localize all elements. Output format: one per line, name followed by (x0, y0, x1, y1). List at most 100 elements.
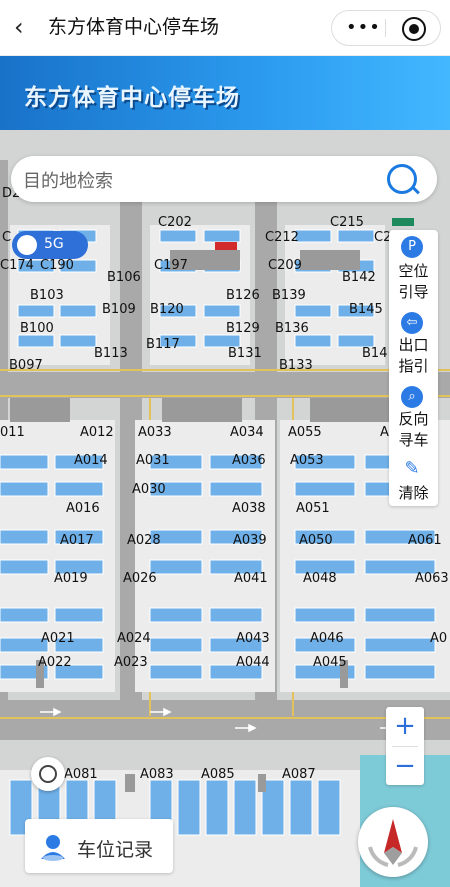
parking-icon: P (401, 236, 423, 258)
map-label: A051 (296, 501, 330, 516)
map-label: B133 (279, 358, 313, 373)
map-label: A030 (132, 482, 166, 497)
map-label: C197 (154, 258, 188, 273)
map-label: B139 (272, 288, 306, 303)
map-label: B100 (20, 321, 54, 336)
map-label: A023 (114, 655, 148, 670)
search-input[interactable]: 目的地检索 (23, 167, 113, 193)
network-label: 5G (44, 236, 64, 252)
map-label: A022 (38, 655, 72, 670)
map-label: B113 (94, 346, 128, 361)
map-label: B103 (30, 288, 64, 303)
map-label: 011 (0, 425, 25, 440)
map-label: A061 (408, 533, 442, 548)
close-miniapp-icon[interactable] (402, 17, 426, 41)
map-label: B126 (226, 288, 260, 303)
map-label: B142 (342, 270, 376, 285)
map-label: A083 (140, 767, 174, 782)
map-label: A085 (201, 767, 235, 782)
map-label: A021 (41, 631, 75, 646)
map-label: A026 (123, 571, 157, 586)
map-label: B120 (150, 302, 184, 317)
button-label: 引导 (398, 283, 429, 301)
map-label: A038 (232, 501, 266, 516)
map-label: A044 (236, 655, 270, 670)
map-label: B109 (102, 302, 136, 317)
map-label: A045 (313, 655, 347, 670)
map-label: A036 (232, 453, 266, 468)
map-label: B14 (362, 346, 388, 361)
map-label: A087 (282, 767, 316, 782)
locate-icon (39, 765, 57, 783)
map-label: B145 (349, 302, 383, 317)
mini-program-capsule: ••• (331, 10, 441, 46)
parking-record-label: 车位记录 (77, 839, 154, 861)
map-label: A063 (415, 571, 449, 586)
zoom-in-button[interactable]: + (386, 707, 424, 745)
back-icon[interactable]: ‹ (14, 14, 36, 40)
reverse-car-search-button[interactable]: ⌕ 反向 寻车 (389, 386, 438, 454)
map-label: C212 (265, 230, 299, 245)
broom-icon: ✎ (404, 458, 420, 479)
map-label: B106 (107, 270, 141, 285)
zoom-out-button[interactable]: − (386, 747, 424, 785)
map-label: A028 (127, 533, 161, 548)
top-bar: ‹ 东方体育中心停车场 ••• (0, 0, 450, 56)
map-label: C (2, 230, 12, 245)
button-label: 反向 (398, 410, 429, 428)
button-label: 指引 (398, 357, 429, 375)
map-label: A046 (310, 631, 344, 646)
exit-guide-button[interactable]: ⇦ 出口 指引 (389, 310, 438, 378)
car-search-icon: ⌕ (401, 386, 423, 408)
map-label: A014 (74, 453, 108, 468)
user-location-icon (41, 835, 65, 861)
map-label: B131 (228, 346, 262, 361)
map-label: A017 (60, 533, 94, 548)
map-label: B129 (226, 321, 260, 336)
map-label: C209 (268, 258, 302, 273)
map-label: A016 (66, 501, 100, 516)
page-title: 东方体育中心停车场 (48, 16, 220, 38)
map-label: A024 (117, 631, 151, 646)
map-label: C174 (0, 258, 34, 273)
map-label: A019 (54, 571, 88, 586)
map-label: A041 (234, 571, 268, 586)
map-label: A033 (138, 425, 172, 440)
more-icon[interactable]: ••• (346, 17, 381, 38)
exit-icon: ⇦ (401, 312, 423, 334)
map-label: B117 (146, 337, 180, 352)
button-label: 空位 (398, 262, 429, 280)
map-label: C190 (40, 258, 74, 273)
map-label: C215 (330, 215, 364, 230)
map-label: A055 (288, 425, 322, 440)
network-toggle[interactable]: 5G (12, 231, 88, 259)
map-label: B136 (275, 321, 309, 336)
map-label: A048 (303, 571, 337, 586)
map-label: B097 (9, 358, 43, 373)
banner-title: 东方体育中心停车场 (24, 85, 240, 111)
button-label: 寻车 (398, 431, 429, 449)
map-label: A043 (236, 631, 270, 646)
destination-search-bar[interactable]: 目的地检索 (11, 156, 437, 202)
map-label: A0 (430, 631, 448, 646)
map-label: A012 (80, 425, 114, 440)
search-icon[interactable] (387, 164, 417, 194)
map-label: A039 (233, 533, 267, 548)
zoom-control: + − (386, 707, 424, 785)
map-label: A050 (299, 533, 333, 548)
locate-button[interactable] (31, 757, 65, 791)
parking-record-button[interactable]: 车位记录 (25, 819, 173, 873)
toggle-knob (17, 235, 37, 255)
map-label: A081 (64, 767, 98, 782)
compass-button[interactable] (358, 807, 428, 877)
compass-icon (368, 819, 418, 867)
capsule-divider (385, 19, 386, 37)
button-label: 出口 (398, 336, 429, 354)
map-label: A (380, 425, 389, 440)
vacant-space-guide-button[interactable]: P 空位 引导 (389, 234, 438, 302)
clear-button[interactable]: ✎ 清除 (389, 456, 438, 502)
map-label: A053 (290, 453, 324, 468)
button-label: 清除 (398, 484, 429, 502)
map-label: A031 (136, 453, 170, 468)
map-label: C202 (158, 215, 192, 230)
